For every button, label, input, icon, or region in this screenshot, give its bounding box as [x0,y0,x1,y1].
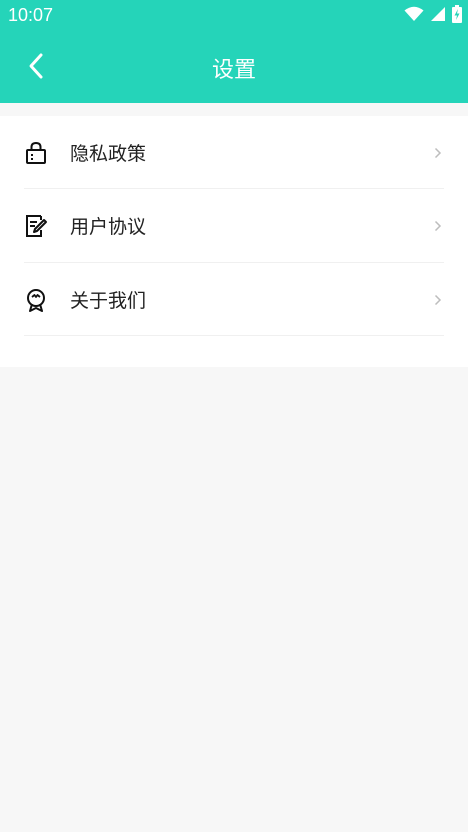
document-edit-icon [24,214,48,238]
settings-list: 隐私政策 用户协议 关于我们 [0,116,468,367]
chevron-right-icon [434,263,442,336]
settings-item-label: 隐私政策 [70,143,147,165]
ribbon-badge-icon [24,288,48,312]
chevron-right-icon [434,116,442,189]
settings-item-privacy-policy[interactable]: 隐私政策 [0,116,468,189]
settings-item-user-agreement[interactable]: 用户协议 [0,189,468,262]
status-time: 10:07 [8,5,54,25]
settings-item-about-us[interactable]: 关于我们 [0,263,468,336]
wifi-icon [404,6,424,26]
signal-icon [430,6,446,26]
battery-charging-icon [452,5,462,27]
lock-icon [24,141,48,165]
back-button[interactable] [18,50,54,86]
status-bar: 10:07 [0,0,468,32]
chevron-right-icon [434,189,442,262]
settings-item-label: 用户协议 [70,216,147,238]
divider [24,335,444,336]
chevron-left-icon [26,52,46,84]
app-bar: 设置 [0,32,468,103]
page-title: 设置 [211,57,256,83]
status-icons [404,5,462,27]
settings-item-label: 关于我们 [70,290,147,312]
